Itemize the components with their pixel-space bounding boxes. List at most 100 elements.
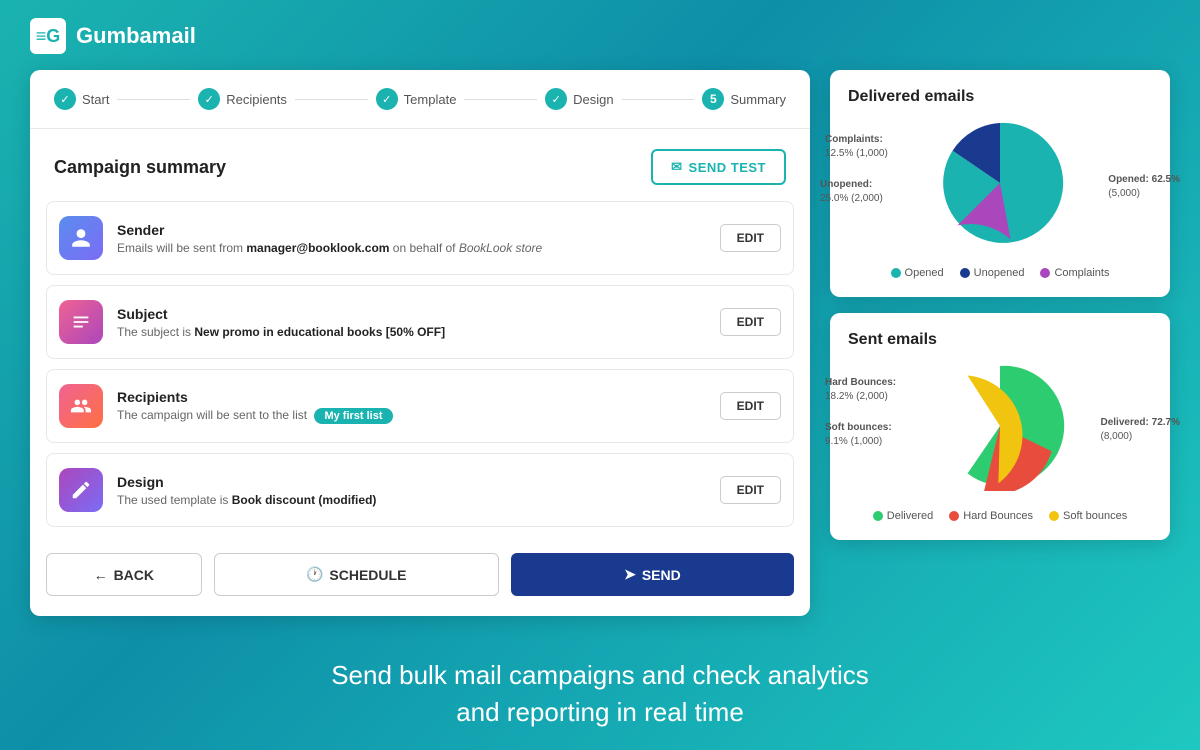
delivered-chart-title: Delivered emails [848,88,1152,106]
send-arrow-icon: ➤ [624,566,636,583]
step-design: ✓ Design [545,88,613,110]
sender-desc: Emails will be sent from manager@bookloo… [117,241,706,255]
sender-label: Sender [117,222,706,238]
design-label: Design [117,474,706,490]
logo-text: Gumbamail [76,23,196,49]
step-icon-summary: 5 [702,88,724,110]
tagline-line1: Send bulk mail campaigns and check analy… [0,657,1200,693]
recipients-content: Recipients The campaign will be sent to … [117,389,706,424]
step-icon-recipients: ✓ [198,88,220,110]
sent-emails-panel: Sent emails Hard Bounces:18.2% (2,000) S… [830,313,1170,540]
legend-label-softbounces: Soft bounces [1063,510,1127,522]
legend-hardbounces: Hard Bounces [949,510,1033,522]
legend-dot-opened [891,268,901,278]
step-icon-start: ✓ [54,88,76,110]
step-template: ✓ Template [376,88,457,110]
legend-dot-complaints [1040,268,1050,278]
legend-delivered: Delivered [873,510,933,522]
summary-item-recipients: Recipients The campaign will be sent to … [46,369,794,443]
step-icon-template: ✓ [376,88,398,110]
footer-buttons: ← BACK 🕐 SCHEDULE ➤ SEND [30,537,810,616]
legend-label-unopened: Unopened [974,267,1025,279]
step-line-1 [117,99,190,100]
step-line-4 [622,99,695,100]
tagline: Send bulk mail campaigns and check analy… [0,657,1200,730]
legend-dot-hardbounces [949,511,959,521]
recipients-icon [59,384,103,428]
sent-label-delivered: Delivered: 72.7%(8,000) [1101,416,1181,444]
subject-content: Subject The subject is New promo in educ… [117,306,706,339]
logo-icon: ≡G [30,18,66,54]
legend-label-opened: Opened [905,267,944,279]
sent-label-softbounce: Soft bounces:9.1% (1,000) [825,421,892,449]
step-label-start: Start [82,92,109,107]
send-label: SEND [642,567,681,583]
step-icon-design: ✓ [545,88,567,110]
stepper: ✓ Start ✓ Recipients ✓ Template ✓ Design… [30,70,810,129]
design-desc: The used template is Book discount (modi… [117,493,706,507]
main-content: ✓ Start ✓ Recipients ✓ Template ✓ Design… [30,70,1170,616]
legend-label-delivered: Delivered [887,510,933,522]
sender-edit-button[interactable]: EDIT [720,224,781,252]
tagline-line2: and reporting in real time [0,694,1200,730]
step-label-template: Template [404,92,457,107]
recipients-desc: The campaign will be sent to the list My… [117,408,706,424]
back-button[interactable]: ← BACK [46,553,202,596]
sent-legend: Delivered Hard Bounces Soft bounces [848,510,1152,522]
design-content: Design The used template is Book discoun… [117,474,706,507]
summary-item-subject: Subject The subject is New promo in educ… [46,285,794,359]
recipients-badge: My first list [314,408,392,424]
subject-edit-button[interactable]: EDIT [720,308,781,336]
envelope-icon: ✉ [671,159,682,175]
summary-items: Sender Emails will be sent from manager@… [30,201,810,527]
legend-dot-softbounces [1049,511,1059,521]
summary-header: Campaign summary ✉ SEND TEST [30,129,810,201]
subject-desc: The subject is New promo in educational … [117,325,706,339]
legend-dot-delivered [873,511,883,521]
schedule-button[interactable]: 🕐 SCHEDULE [214,553,499,596]
delivered-legend: Opened Unopened Complaints [848,267,1152,279]
sender-content: Sender Emails will be sent from manager@… [117,222,706,255]
sent-chart-title: Sent emails [848,331,1152,349]
sent-pie-chart [935,361,1065,491]
step-line-2 [295,99,368,100]
left-panel: ✓ Start ✓ Recipients ✓ Template ✓ Design… [30,70,810,616]
recipients-edit-button[interactable]: EDIT [720,392,781,420]
legend-label-hardbounces: Hard Bounces [963,510,1033,522]
delivered-label-complaints: Complaints:12.5% (1,000) [825,133,888,161]
delivered-emails-panel: Delivered emails Complaints:12.5% (1,000… [830,70,1170,297]
sent-label-hardbounce: Hard Bounces:18.2% (2,000) [825,376,896,404]
clock-icon: 🕐 [306,566,323,583]
send-test-label: SEND TEST [689,160,766,175]
subject-icon [59,300,103,344]
legend-dot-unopened [960,268,970,278]
step-start: ✓ Start [54,88,109,110]
step-label-recipients: Recipients [226,92,287,107]
step-line-3 [464,99,537,100]
delivered-label-opened: Opened: 62.5%(5,000) [1108,173,1180,201]
campaign-summary-title: Campaign summary [54,157,226,178]
step-recipients: ✓ Recipients [198,88,287,110]
back-label: BACK [114,567,154,583]
right-panels: Delivered emails Complaints:12.5% (1,000… [830,70,1170,616]
send-button[interactable]: ➤ SEND [511,553,794,596]
summary-item-sender: Sender Emails will be sent from manager@… [46,201,794,275]
delivered-label-unopened: Unopened:25.0% (2,000) [820,178,883,206]
design-edit-button[interactable]: EDIT [720,476,781,504]
delivered-pie-chart [935,118,1065,248]
send-test-button[interactable]: ✉ SEND TEST [651,149,786,185]
schedule-label: SCHEDULE [329,567,406,583]
design-icon [59,468,103,512]
back-arrow-icon: ← [94,567,108,583]
sender-icon [59,216,103,260]
legend-opened: Opened [891,267,944,279]
legend-complaints: Complaints [1040,267,1109,279]
subject-label: Subject [117,306,706,322]
step-label-design: Design [573,92,613,107]
legend-label-complaints: Complaints [1054,267,1109,279]
legend-softbounces: Soft bounces [1049,510,1127,522]
summary-item-design: Design The used template is Book discoun… [46,453,794,527]
recipients-label: Recipients [117,389,706,405]
step-label-summary: Summary [730,92,786,107]
legend-unopened: Unopened [960,267,1025,279]
